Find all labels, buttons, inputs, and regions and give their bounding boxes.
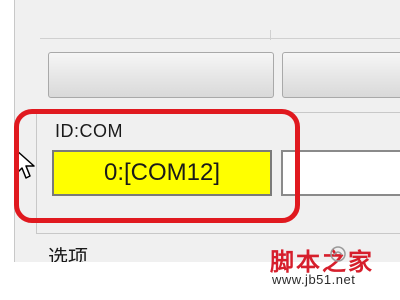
toolbar-button-2[interactable] [282, 52, 400, 98]
watermark-logo-icon [330, 246, 346, 262]
window-left-edge [0, 0, 15, 300]
panel-divider [40, 38, 400, 39]
panel-divider-vertical [270, 30, 271, 40]
toolbar-button-1[interactable] [48, 52, 274, 98]
watermark-url: www.jb51.net [272, 272, 356, 287]
highlight-ring [14, 109, 300, 223]
